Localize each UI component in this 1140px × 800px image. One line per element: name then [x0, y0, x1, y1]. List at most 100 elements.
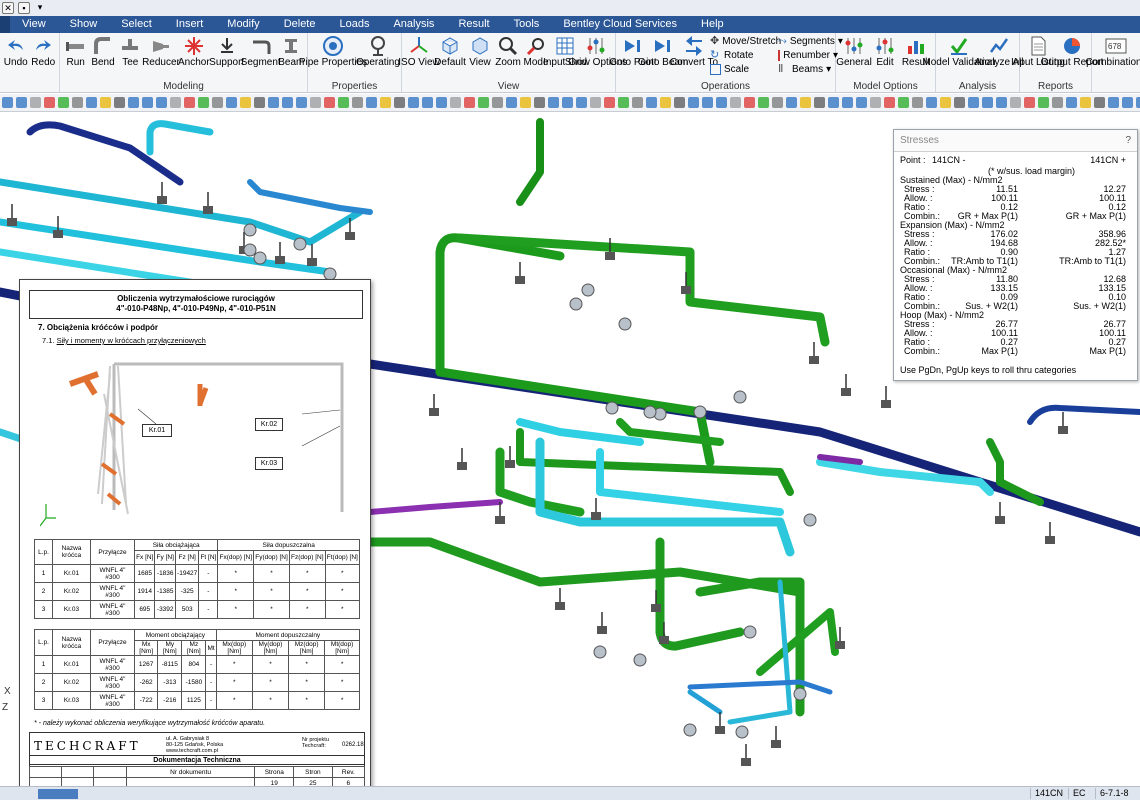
toolbar-tool-icon[interactable] — [366, 97, 377, 108]
toolbar-tool-icon[interactable] — [1024, 97, 1035, 108]
toolbar-tool-icon[interactable] — [268, 97, 279, 108]
menu-modify[interactable]: Modify — [215, 16, 271, 33]
menu-tools[interactable]: Tools — [502, 16, 552, 33]
toolbar-tool-icon[interactable] — [702, 97, 713, 108]
toolbar-tool-icon[interactable] — [856, 97, 867, 108]
toolbar-tool-icon[interactable] — [198, 97, 209, 108]
help-icon[interactable]: ? — [1125, 136, 1131, 146]
toolbar-tool-icon[interactable] — [128, 97, 139, 108]
menu-delete[interactable]: Delete — [272, 16, 328, 33]
menu-cloud-services[interactable]: Bentley Cloud Services — [551, 16, 689, 33]
toolbar-tool-icon[interactable] — [772, 97, 783, 108]
toolbar-tool-icon[interactable] — [912, 97, 923, 108]
move-stretch-button[interactable]: ✥ Move/Stretch — [710, 36, 781, 48]
toolbar-tool-icon[interactable] — [254, 97, 265, 108]
toolbar-tool-icon[interactable] — [534, 97, 545, 108]
toolbar-tool-icon[interactable] — [884, 97, 895, 108]
toolbar-tool-icon[interactable] — [982, 97, 993, 108]
toolbar-tool-icon[interactable] — [492, 97, 503, 108]
menu-help[interactable]: Help — [689, 16, 736, 33]
toolbar-tool-icon[interactable] — [422, 97, 433, 108]
toolbar-tool-icon[interactable] — [478, 97, 489, 108]
toolbar-tool-icon[interactable] — [688, 97, 699, 108]
toolbar-tool-icon[interactable] — [86, 97, 97, 108]
beams-button[interactable]: Ⅱ Beams ▾ — [778, 64, 838, 76]
menu-file[interactable] — [0, 16, 10, 33]
toolbar-tool-icon[interactable] — [1108, 97, 1119, 108]
dropdown-icon[interactable]: ▾ — [34, 2, 46, 14]
menu-result[interactable]: Result — [446, 16, 501, 33]
toolbar-tool-icon[interactable] — [548, 97, 559, 108]
menu-analysis[interactable]: Analysis — [381, 16, 446, 33]
toolbar-tool-icon[interactable] — [184, 97, 195, 108]
toolbar-tool-icon[interactable] — [744, 97, 755, 108]
toolbar-tool-icon[interactable] — [842, 97, 853, 108]
toolbar-tool-icon[interactable] — [590, 97, 601, 108]
toolbar-tool-icon[interactable] — [100, 97, 111, 108]
toolbar-tool-icon[interactable] — [30, 97, 41, 108]
toolbar-tool-icon[interactable] — [786, 97, 797, 108]
toolbar-tool-icon[interactable] — [72, 97, 83, 108]
toolbar-tool-icon[interactable] — [1094, 97, 1105, 108]
toolbar-tool-icon[interactable] — [170, 97, 181, 108]
menu-view[interactable]: View — [10, 16, 58, 33]
toolbar-tool-icon[interactable] — [240, 97, 251, 108]
toolbar-tool-icon[interactable] — [940, 97, 951, 108]
menu-show[interactable]: Show — [58, 16, 110, 33]
toolbar-tool-icon[interactable] — [506, 97, 517, 108]
save-icon[interactable]: ▪ — [18, 2, 30, 14]
toolbar-tool-icon[interactable] — [1066, 97, 1077, 108]
toolbar-tool-icon[interactable] — [324, 97, 335, 108]
toolbar-tool-icon[interactable] — [464, 97, 475, 108]
toolbar-tool-icon[interactable] — [394, 97, 405, 108]
toolbar-tool-icon[interactable] — [604, 97, 615, 108]
toolbar-tool-icon[interactable] — [156, 97, 167, 108]
menu-select[interactable]: Select — [109, 16, 164, 33]
menu-loads[interactable]: Loads — [327, 16, 381, 33]
toolbar-tool-icon[interactable] — [296, 97, 307, 108]
toolbar-tool-icon[interactable] — [44, 97, 55, 108]
renumber-button[interactable]: Renumber ▾ — [778, 50, 838, 61]
toolbar-tool-icon[interactable] — [730, 97, 741, 108]
combinations-button[interactable]: 678Combinations — [1085, 33, 1140, 93]
toolbar-tool-icon[interactable] — [310, 97, 321, 108]
menu-insert[interactable]: Insert — [164, 16, 216, 33]
toolbar-tool-icon[interactable] — [996, 97, 1007, 108]
toolbar-tool-icon[interactable] — [436, 97, 447, 108]
toolbar-tool-icon[interactable] — [562, 97, 573, 108]
status-tab-active[interactable] — [38, 789, 78, 799]
toolbar-tool-icon[interactable] — [16, 97, 27, 108]
toolbar-tool-icon[interactable] — [716, 97, 727, 108]
toolbar-tool-icon[interactable] — [618, 97, 629, 108]
toolbar-tool-icon[interactable] — [1010, 97, 1021, 108]
toolbar-tool-icon[interactable] — [926, 97, 937, 108]
toolbar-tool-icon[interactable] — [408, 97, 419, 108]
toolbar-tool-icon[interactable] — [282, 97, 293, 108]
toolbar-tool-icon[interactable] — [520, 97, 531, 108]
close-icon[interactable]: ✕ — [2, 2, 14, 14]
toolbar-tool-icon[interactable] — [1122, 97, 1133, 108]
toolbar-tool-icon[interactable] — [380, 97, 391, 108]
toolbar-tool-icon[interactable] — [800, 97, 811, 108]
toolbar-tool-icon[interactable] — [576, 97, 587, 108]
toolbar-tool-icon[interactable] — [828, 97, 839, 108]
toolbar-tool-icon[interactable] — [114, 97, 125, 108]
toolbar-tool-icon[interactable] — [142, 97, 153, 108]
toolbar-tool-icon[interactable] — [954, 97, 965, 108]
toolbar-tool-icon[interactable] — [646, 97, 657, 108]
toolbar-tool-icon[interactable] — [58, 97, 69, 108]
rotate-button[interactable]: ↻ Rotate — [710, 50, 778, 62]
toolbar-tool-icon[interactable] — [2, 97, 13, 108]
toolbar-tool-icon[interactable] — [870, 97, 881, 108]
toolbar-tool-icon[interactable] — [660, 97, 671, 108]
scale-button[interactable]: Scale — [710, 64, 778, 75]
toolbar-tool-icon[interactable] — [338, 97, 349, 108]
toolbar-tool-icon[interactable] — [674, 97, 685, 108]
toolbar-tool-icon[interactable] — [632, 97, 643, 108]
toolbar-tool-icon[interactable] — [1080, 97, 1091, 108]
toolbar-tool-icon[interactable] — [898, 97, 909, 108]
toolbar-tool-icon[interactable] — [1038, 97, 1049, 108]
toolbar-tool-icon[interactable] — [1052, 97, 1063, 108]
redo-button[interactable]: Redo — [30, 33, 58, 93]
toolbar-tool-icon[interactable] — [352, 97, 363, 108]
